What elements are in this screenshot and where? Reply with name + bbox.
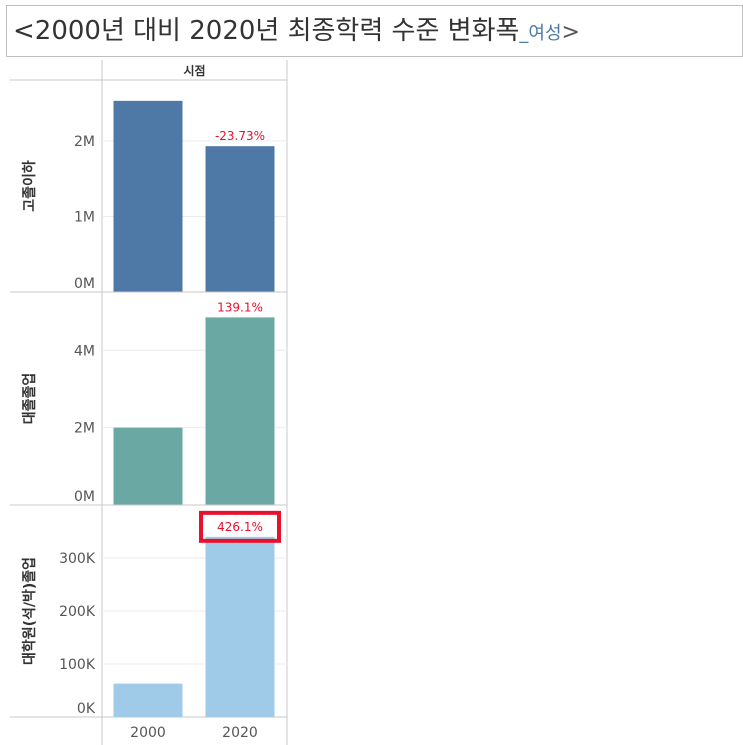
data-label: 139.1% (217, 300, 263, 314)
x-tick-label: 2000 (130, 725, 166, 741)
bar[interactable] (205, 317, 275, 505)
bar-chart: 시점 0M 1M 2M 고졸이하 -23.73% 0M 2M 4M 대졸졸업 139.1% 0K 100… (10, 60, 288, 745)
bar[interactable] (113, 683, 183, 717)
y-tick-label: 2M (74, 134, 95, 150)
row-label: 고졸이하 (21, 160, 38, 212)
data-label: 426.1% (217, 520, 263, 534)
bar[interactable] (113, 100, 183, 292)
y-tick-label: 1M (74, 209, 95, 225)
x-tick-label: 2020 (222, 725, 258, 741)
bar[interactable] (113, 427, 183, 505)
y-tick-label: 4M (74, 343, 95, 359)
data-label: -23.73% (215, 129, 265, 143)
y-tick-label: 0M (74, 489, 95, 505)
y-tick-label: 0M (74, 276, 95, 292)
bar[interactable] (205, 146, 275, 292)
row-label: 대졸졸업 (22, 373, 38, 425)
y-tick-label: 200K (59, 604, 96, 620)
y-tick-label: 100K (59, 657, 96, 673)
column-header: 시점 (183, 63, 205, 78)
y-tick-label: 300K (59, 551, 96, 567)
row-label: 대학원(석/박)졸업 (21, 557, 38, 665)
bar[interactable] (205, 536, 275, 717)
y-tick-label: 0K (77, 701, 96, 717)
y-tick-label: 2M (74, 421, 95, 437)
